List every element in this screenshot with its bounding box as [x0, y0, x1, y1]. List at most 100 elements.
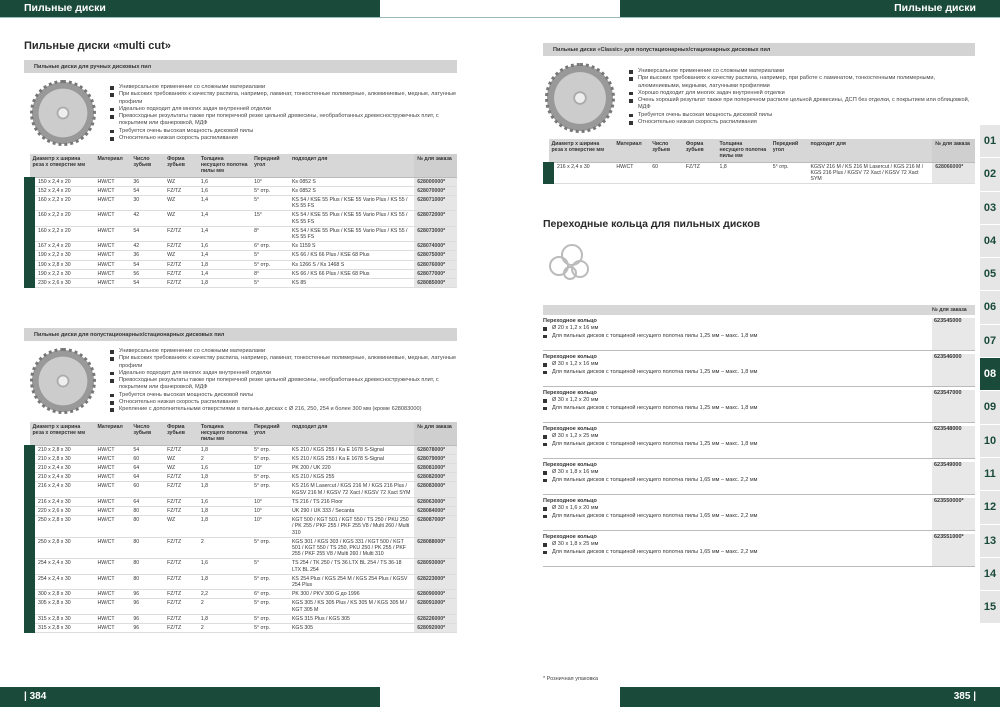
table-cell: 1,8	[197, 472, 252, 483]
table-cell: 1,8	[716, 162, 770, 185]
table-cell: 1,8	[197, 614, 252, 625]
table-cell: 305 x 2,8 x 30	[23, 598, 95, 615]
table-cell: 152 x 2,4 x 20	[23, 186, 95, 197]
table-header-row: Диаметр x ширина реза x отверстие мм Мате…	[548, 139, 975, 163]
column-header: Толщина несущего полотна пилы мм	[716, 139, 770, 163]
table-cell: HW/CT	[613, 162, 650, 185]
table-cell: 628092000*	[414, 623, 457, 634]
table-cell: Ks 1266 S / Ks 1468 S	[288, 260, 415, 270]
chapter-tab[interactable]: 03	[980, 191, 1000, 225]
chapter-tab[interactable]: 10	[980, 424, 1000, 458]
feature-item: Крепление с дополнительными отверстиями …	[110, 406, 457, 413]
column-header: Материал	[94, 422, 131, 446]
table-cell: KS 54 / KSE 55 Plus / KSE 55 Vario Plus …	[288, 226, 415, 243]
table-cell: 5°	[251, 558, 289, 575]
table-cell: 1,6	[197, 241, 252, 252]
table-cell: 628063000*	[414, 497, 457, 508]
table-cell: 15°	[251, 210, 289, 227]
adapter-rings-image	[547, 240, 599, 285]
chapter-tab[interactable]: 08	[980, 358, 1000, 392]
ring-order-number: 623545000	[932, 318, 975, 350]
chapter-tab[interactable]: 12	[980, 491, 1000, 525]
table-cell: 5° отр.	[251, 186, 289, 197]
table-row: 220 x 2,6 x 30 HW/CT 80 FZ/TZ 1,8 10° UK 290 /…	[23, 506, 457, 517]
chapter-tab[interactable]: 13	[980, 524, 1000, 558]
feature-item: При высоких требованиях к качеству распи…	[629, 75, 975, 90]
ring-size: Ø 30 x 1,6 x 20 мм	[543, 505, 975, 512]
table-cell: 628226000*	[414, 614, 457, 625]
table-cell: 56	[130, 269, 165, 280]
table-cell: 36	[130, 250, 165, 261]
table-cell: 628078000*	[414, 445, 457, 455]
table-cell: HW/CT	[94, 574, 131, 591]
table-cell: 6° отр.	[251, 241, 289, 252]
chapter-tab[interactable]: 06	[980, 291, 1000, 325]
table-cell: 1,6	[197, 463, 252, 474]
table-cell: KS 254 Plus / KGS 254 M / KGS 254 Plus /…	[288, 574, 415, 591]
table-cell: Ks 0852 S	[288, 186, 415, 197]
rings-title: Переходные кольца для пильных дисков	[543, 218, 761, 230]
table-cell: 5° отр.	[251, 537, 289, 560]
table-cell: FZ/TZ	[164, 445, 198, 455]
table-cell: HW/CT	[94, 614, 131, 625]
table-cell: 160 x 2,2 x 20	[23, 226, 95, 243]
table-cell: 1,6	[197, 186, 252, 197]
chapter-tab[interactable]: 04	[980, 224, 1000, 259]
table-cell: HW/CT	[94, 269, 131, 280]
table-cell: 54	[130, 186, 165, 197]
table-cell: HW/CT	[94, 463, 131, 474]
chapter-tab[interactable]: 14	[980, 557, 1000, 592]
table-cell: KGS 315 Plus / KGS 305	[288, 614, 415, 625]
table-cell: 5°	[251, 195, 289, 212]
table-cell: 250 x 2,8 x 30	[23, 515, 95, 538]
chapter-tab[interactable]: 01	[980, 125, 1000, 159]
table-cell: WZ	[164, 250, 198, 261]
table-cell: 1,8	[197, 445, 252, 455]
table-cell: HW/CT	[94, 558, 131, 575]
table-cell: 628071000*	[414, 195, 457, 212]
table-cell: 60	[130, 481, 165, 498]
table-cell: 42	[130, 241, 165, 252]
table-cell: 628088000*	[414, 537, 457, 560]
table-cell: 210 x 2,4 x 30	[23, 472, 95, 483]
column-header: Форма зубьев	[682, 139, 717, 163]
feature-item: При высоких требованиях к качеству распи…	[110, 91, 457, 106]
right-page: Пильные диски «Classic» для полустациона…	[543, 0, 975, 707]
column-header: Число зубьев	[130, 154, 165, 178]
footer-right-page: 385 |	[620, 687, 1000, 707]
table-cell: FZ/TZ	[164, 614, 198, 625]
table-cell: FZ/TZ	[164, 623, 198, 634]
table-cell: 628093000*	[414, 558, 457, 575]
table-row: 160 x 2,2 x 20 HW/CT 54 FZ/TZ 1,4 8° KS 54 / K…	[23, 226, 457, 243]
chapter-tab[interactable]: 05	[980, 258, 1000, 292]
feature-item: Требуется очень высокая мощность дисково…	[110, 128, 457, 135]
feature-item: Относительно низкая скорость распиливани…	[110, 135, 457, 142]
ring-size: Ø 30 x 1,2 x 20 мм	[543, 397, 975, 404]
chapter-tab[interactable]: 07	[980, 324, 1000, 359]
table-cell: KGS 301 / KGS 303 / KGS 331 / KGT 500 / …	[288, 537, 415, 560]
feature-item: Очень хороший результат также при попере…	[629, 97, 975, 112]
column-header: Число зубьев	[649, 139, 683, 163]
table-header-row: Диаметр x ширина реза x отверстие мм Мате…	[29, 154, 457, 178]
table-cell: 167 x 2,4 x 20	[23, 241, 95, 252]
table-row: 160 x 2,2 x 20 HW/CT 42 WZ 1,4 15° KS 54 / KSE…	[23, 210, 457, 227]
table-cell: HW/CT	[94, 241, 131, 252]
ring-description: Для пильных дисков с толщиной несущего п…	[543, 369, 975, 376]
table-row: 230 x 2,6 x 30 HW/CT 54 FZ/TZ 1,8 5° KS 85 6280…	[23, 278, 457, 289]
table-cell: HW/CT	[94, 445, 131, 455]
table-cell: KS 210 / KGS 255 / Ka E 1678 S-Signal	[288, 454, 415, 465]
section-heading: Пильные диски для ручных дисковых пил	[24, 60, 457, 73]
adapter-ring-item: Переходное кольцо Ø 30 x 1,2 x 20 мм Для п…	[543, 390, 975, 423]
ring-name: Переходное кольцо	[543, 354, 597, 360]
table-row: 150 x 2,4 x 20 HW/CT 36 WZ 1,6 10° Ks 0852 S 62…	[23, 177, 457, 187]
chapter-tab[interactable]: 02	[980, 158, 1000, 192]
ring-size: Ø 30 x 1,8 x 16 мм	[543, 469, 975, 476]
chapter-tab[interactable]: 09	[980, 391, 1000, 425]
column-header: Число зубьев	[130, 422, 165, 446]
table-cell: 5°	[251, 250, 289, 261]
ring-name: Переходное кольцо	[543, 534, 597, 540]
chapter-tab[interactable]: 11	[980, 457, 1000, 492]
chapter-tab[interactable]: 15	[980, 591, 1000, 625]
table-cell: 64	[130, 472, 165, 483]
table-row: 250 x 2,8 x 30 HW/CT 80 WZ 1,8 10° KGT 500 / K…	[23, 515, 457, 538]
